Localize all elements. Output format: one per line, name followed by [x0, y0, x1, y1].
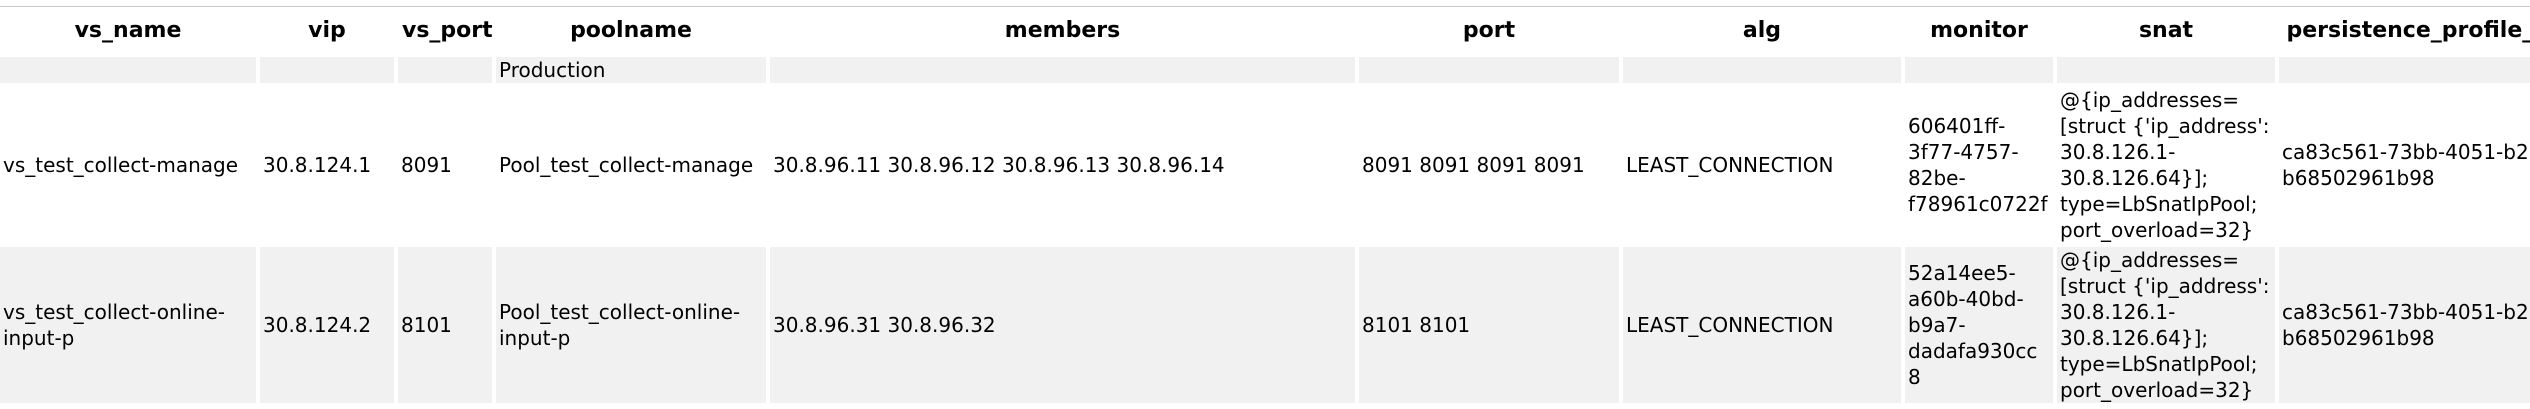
vip-cell: 30.8.124.1 [260, 87, 394, 243]
environment-label: Production [496, 57, 766, 83]
table-cell [2279, 57, 2530, 83]
table-row: vs_test_collect-online-input-p 30.8.124.… [0, 247, 2530, 403]
table-cell [398, 57, 492, 83]
persistence-profile-id-cell: ca83c561-73bb-4051-b28f-b68502961b98 [2279, 247, 2530, 403]
alg-cell: LEAST_CONNECTION [1623, 247, 1901, 403]
members-cell: 30.8.96.11 30.8.96.12 30.8.96.13 30.8.96… [770, 87, 1355, 243]
environment-row: Production [0, 57, 2530, 83]
persistence-profile-id-cell: ca83c561-73bb-4051-b28f-b68502961b98 [2279, 87, 2530, 243]
table-cell [260, 57, 394, 83]
column-header-monitor[interactable]: monitor [1905, 7, 2053, 53]
vs-name-cell: vs_test_collect-online-input-p [0, 247, 256, 403]
column-header-vip[interactable]: vip [260, 7, 394, 53]
snat-cell: @{ip_addresses=[struct {'ip_address': 30… [2057, 247, 2275, 403]
table-cell [1623, 57, 1901, 83]
table-cell [1359, 57, 1619, 83]
table-cell [770, 57, 1355, 83]
column-header-poolname[interactable]: poolname [496, 7, 766, 53]
poolname-cell: Pool_test_collect-manage [496, 87, 766, 243]
alg-cell: LEAST_CONNECTION [1623, 87, 1901, 243]
table-row: vs_test_collect-manage 30.8.124.1 8091 P… [0, 87, 2530, 243]
members-cell: 30.8.96.31 30.8.96.32 [770, 247, 1355, 403]
port-cell: 8091 8091 8091 8091 [1359, 87, 1619, 243]
monitor-cell: 606401ff-3f77-4757-82be-f78961c0722f [1905, 87, 2053, 243]
monitor-cell: 52a14ee5-a60b-40bd-b9a7-dadafa930cc8 [1905, 247, 2053, 403]
port-cell: 8101 8101 [1359, 247, 1619, 403]
vs-name-cell: vs_test_collect-manage [0, 87, 256, 243]
poolname-cell: Pool_test_collect-online-input-p [496, 247, 766, 403]
column-header-vs-port[interactable]: vs_port [398, 7, 492, 53]
table-cell [1905, 57, 2053, 83]
table-header-row: vs_name vip vs_port poolname members por… [0, 7, 2530, 53]
vs-port-cell: 8091 [398, 87, 492, 243]
vip-cell: 30.8.124.2 [260, 247, 394, 403]
snat-cell: @{ip_addresses=[struct {'ip_address': 30… [2057, 87, 2275, 243]
virtual-server-table: vs_name vip vs_port poolname members por… [0, 7, 2530, 407]
column-header-members[interactable]: members [770, 7, 1355, 53]
table-cell [0, 57, 256, 83]
table-cell [2057, 57, 2275, 83]
column-header-snat[interactable]: snat [2057, 7, 2275, 53]
column-header-vs-name[interactable]: vs_name [0, 7, 256, 53]
column-header-persistence-profile-id[interactable]: persistence_profile_id [2279, 7, 2530, 53]
column-header-port[interactable]: port [1359, 7, 1619, 53]
vs-table-viewport: vs_name vip vs_port poolname members por… [0, 6, 2530, 409]
vs-port-cell: 8101 [398, 247, 492, 403]
column-header-alg[interactable]: alg [1623, 7, 1901, 53]
